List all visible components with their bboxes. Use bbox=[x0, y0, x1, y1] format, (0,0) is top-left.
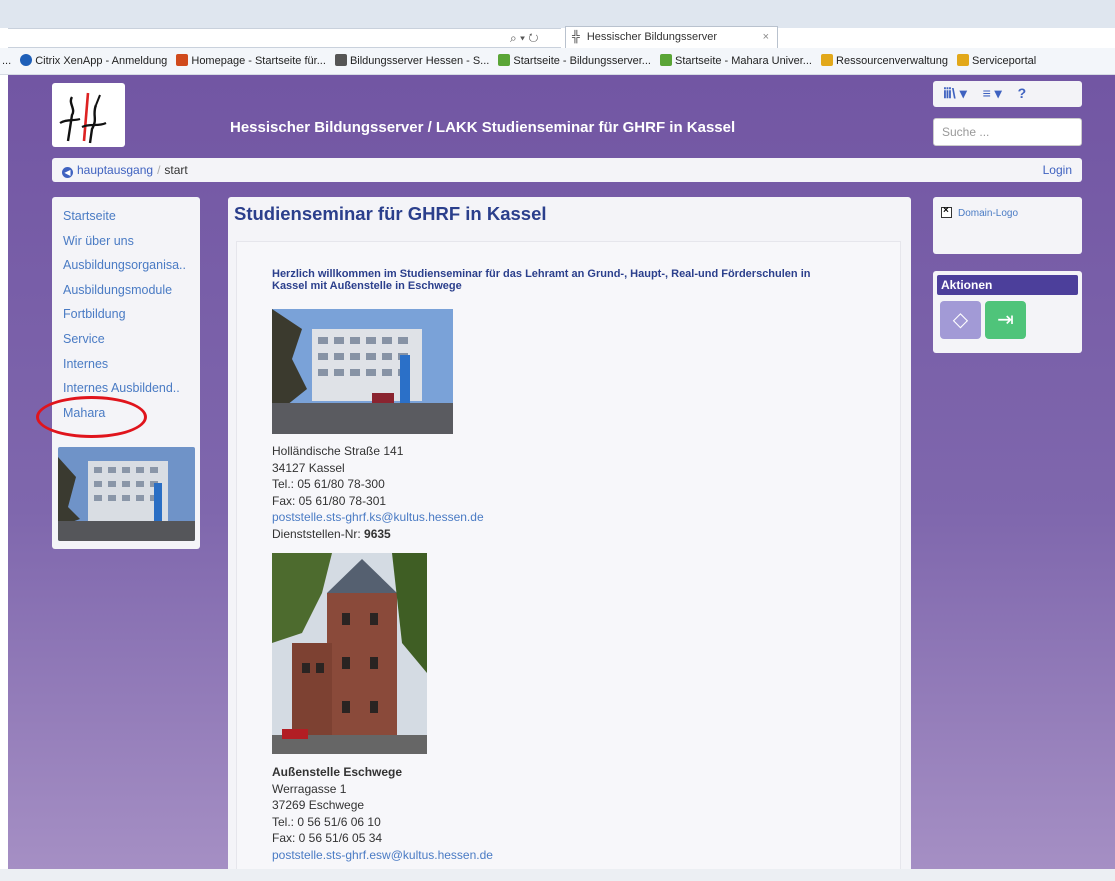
hbs-favicon-icon: ╬ bbox=[572, 31, 580, 43]
broken-image-icon bbox=[941, 205, 952, 218]
kassel-office-number: Dienststellen-Nr: 9635 bbox=[272, 526, 391, 541]
actions-title: Aktionen bbox=[937, 275, 1078, 295]
favorite-bildungsserver-hessen[interactable]: Bildungsserver Hessen - S... bbox=[334, 54, 489, 67]
favorite-mahara[interactable]: Startseite - Mahara Univer... bbox=[660, 54, 812, 67]
sidebar-item-ausbildungsmodule[interactable]: Ausbildungsmodule bbox=[63, 278, 200, 303]
kassel-email-link[interactable]: poststelle.sts-ghrf.ks@kultus.hessen.de bbox=[272, 509, 484, 526]
mahara-icon bbox=[660, 54, 673, 66]
citrix-icon bbox=[20, 54, 33, 66]
browser-statusbar bbox=[0, 869, 1115, 881]
flag-icon bbox=[176, 54, 189, 66]
breadcrumb-current: start bbox=[164, 163, 188, 177]
favorite-serviceportal[interactable]: Serviceportal bbox=[957, 54, 1036, 67]
favorite-homepage[interactable]: Homepage - Startseite für... bbox=[176, 54, 326, 67]
breadcrumb: ◀ hauptausgang / start Login bbox=[52, 158, 1082, 182]
eschwege-fax: Fax: 0 56 51/6 05 34 bbox=[272, 831, 383, 845]
breadcrumb-separator: / bbox=[157, 163, 161, 177]
eschwege-email-link[interactable]: poststelle.sts-ghrf.esw@kultus.hessen.de bbox=[272, 847, 493, 864]
favorite-startseite-bildungsserver[interactable]: Startseite - Bildungsserver... bbox=[498, 54, 651, 67]
eschwege-address: Außenstelle Eschwege Werragasse 1 37269 … bbox=[272, 764, 493, 863]
mahara-icon bbox=[498, 54, 511, 66]
tab-close-icon[interactable]: × bbox=[763, 31, 769, 43]
sidebar-item-service[interactable]: Service bbox=[63, 327, 200, 352]
breadcrumb-home-link[interactable]: hauptausgang bbox=[77, 163, 153, 177]
menu-icon[interactable]: ≡ ▾ bbox=[983, 85, 1002, 101]
sidebar-item-startseite[interactable]: Startseite bbox=[63, 204, 200, 229]
ie-page-icon bbox=[957, 54, 969, 66]
ie-page-icon bbox=[821, 54, 834, 66]
actions-panel: Aktionen ◇ ⇥ bbox=[933, 271, 1082, 353]
favorites-overflow[interactable]: ... bbox=[2, 55, 11, 67]
browser-titlebar bbox=[0, 0, 1115, 28]
kassel-address: Holländische Straße 141 34127 Kassel Tel… bbox=[272, 443, 484, 542]
domain-logo-alt: Domain-Logo bbox=[958, 208, 1019, 219]
favorites-bar: ... Citrix XenApp - Anmeldung Homepage -… bbox=[0, 48, 1115, 75]
login-link[interactable]: Login bbox=[1043, 163, 1072, 177]
sidebar-item-fortbildung[interactable]: Fortbildung bbox=[63, 302, 200, 327]
search-input[interactable] bbox=[933, 118, 1082, 146]
sidebar-nav: Startseite Wir über uns Ausbildungsorgan… bbox=[52, 197, 200, 549]
address-bar-controls[interactable]: ⌕ ▾ ↻ bbox=[510, 31, 539, 46]
eschwege-city: 37269 Eschwege bbox=[272, 798, 365, 812]
site-logo[interactable] bbox=[52, 83, 125, 147]
domain-logo-box: Domain-Logo bbox=[933, 197, 1082, 254]
content-panel: Herzlich willkommen im Studienseminar fü… bbox=[236, 241, 901, 869]
welcome-text: Herzlich willkommen im Studienseminar fü… bbox=[272, 268, 811, 292]
toolbar: ⅲ\ ▾ ≡ ▾ ? bbox=[933, 81, 1082, 107]
sidebar-item-wir-ueber-uns[interactable]: Wir über uns bbox=[63, 229, 200, 254]
kassel-fax: Fax: 05 61/80 78-301 bbox=[272, 493, 387, 508]
main-content: Studienseminar für GHRF in Kassel Herzli… bbox=[228, 197, 911, 869]
eschwege-street: Werragasse 1 bbox=[272, 781, 347, 796]
page-title: Studienseminar für GHRF in Kassel bbox=[234, 203, 547, 224]
eschwege-heading: Außenstelle Eschwege bbox=[272, 765, 403, 779]
eschwege-tel: Tel.: 0 56 51/6 06 10 bbox=[272, 814, 381, 829]
tag-icon[interactable]: ◇ bbox=[940, 301, 981, 339]
address-bar[interactable] bbox=[8, 28, 561, 48]
tab-title: Hessischer Bildungsserver bbox=[586, 31, 718, 43]
library-icon[interactable]: ⅲ\ ▾ bbox=[943, 85, 967, 101]
page-content: Hessischer Bildungsserver / LAKK Studien… bbox=[8, 75, 1115, 869]
eschwege-tower-photo bbox=[272, 553, 427, 754]
sidebar-item-internes[interactable]: Internes bbox=[63, 352, 200, 377]
building-photo-thumbnail bbox=[58, 447, 195, 541]
back-arrow-icon[interactable]: ◀ bbox=[62, 167, 73, 178]
favorite-ressourcenverwaltung[interactable]: Ressourcenverwaltung bbox=[821, 54, 948, 67]
kassel-building-photo bbox=[272, 309, 453, 434]
browser-tab[interactable]: ╬ Hessischer Bildungsserver × bbox=[565, 26, 778, 48]
sidebar-item-ausbildungsorganisation[interactable]: Ausbildungsorganisa.. bbox=[63, 253, 200, 278]
favorite-citrix[interactable]: Citrix XenApp - Anmeldung bbox=[20, 54, 167, 67]
site-title: Hessischer Bildungsserver / LAKK Studien… bbox=[230, 119, 736, 136]
kassel-tel: Tel.: 05 61/80 78-300 bbox=[272, 477, 385, 491]
login-icon[interactable]: ⇥ bbox=[985, 301, 1026, 339]
hbs-icon bbox=[334, 54, 347, 66]
kassel-street: Holländische Straße 141 bbox=[272, 444, 404, 458]
highlight-circle bbox=[36, 396, 147, 438]
help-icon[interactable]: ? bbox=[1018, 85, 1027, 101]
kassel-city: 34127 Kassel bbox=[272, 460, 345, 475]
